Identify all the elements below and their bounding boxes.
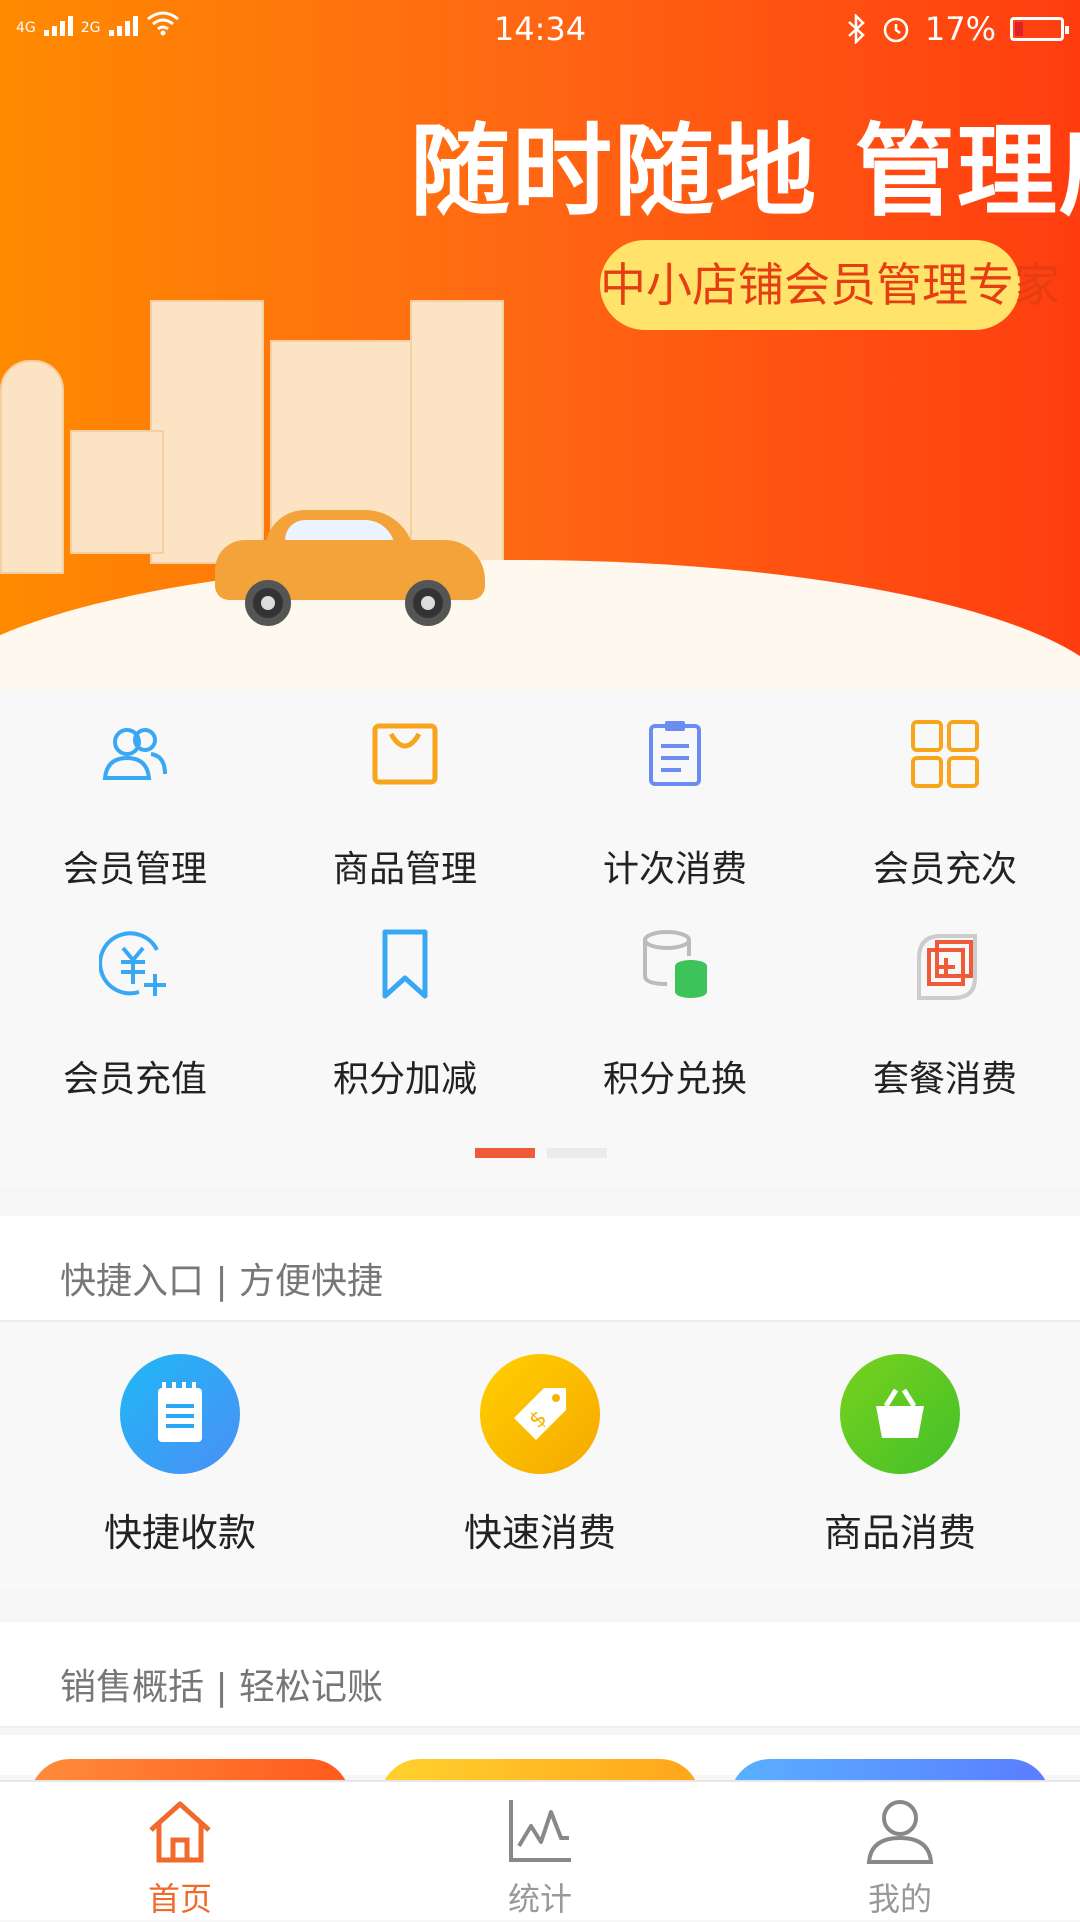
building	[70, 430, 164, 554]
menu-item-points-exchange[interactable]: 积分兑换	[540, 900, 810, 1100]
tab-label: 首页	[147, 1880, 212, 1918]
menu-item-label: 计次消费	[602, 849, 747, 890]
package-plus-icon	[917, 934, 977, 1000]
section-title: 快捷入口 | 方便快捷	[60, 1261, 384, 1302]
menu-item-label: 套餐消费	[872, 1059, 1017, 1100]
quick-item-fast-consumption[interactable]: $ 快速消费	[360, 1322, 720, 1590]
menu-item-label: 会员充值	[62, 1059, 207, 1100]
bottom-tab-bar: 首页 统计 我的	[0, 1780, 1080, 1920]
function-menu: 会员管理 商品管理 计次消费 会员充次 会员充值 积分加减 积分兑换 套餐消费	[0, 690, 1080, 1186]
menu-item-count-consumption[interactable]: 计次消费	[540, 690, 810, 890]
coins-stack-icon	[643, 930, 707, 998]
menu-item-product-management[interactable]: 商品管理	[270, 690, 540, 890]
tab-label: 我的	[867, 1880, 932, 1918]
car-illustration	[215, 510, 485, 626]
menu-item-member-management[interactable]: 会员管理	[0, 690, 270, 890]
home-icon	[149, 1801, 211, 1863]
bluetooth-icon	[848, 14, 865, 44]
menu-item-label: 商品管理	[332, 849, 477, 890]
status-bar: 4G 2G 14:34 17%	[0, 0, 1080, 56]
tab-statistics[interactable]: 统计	[360, 1782, 720, 1922]
sales-cards	[0, 1735, 1080, 1799]
chart-icon	[509, 1800, 571, 1862]
page-indicator	[475, 1148, 607, 1158]
battery-icon	[1010, 17, 1069, 41]
banner[interactable]: 随时随地 管理店铺 中小店铺会员管理专家	[0, 0, 1080, 690]
section-title: 销售概括 | 轻松记账	[60, 1667, 384, 1708]
basket-icon	[840, 1354, 960, 1474]
notepad-icon	[120, 1354, 240, 1474]
menu-item-package-consumption[interactable]: 套餐消费	[810, 900, 1080, 1100]
quick-entry: 快捷收款 $ 快速消费 商品消费	[0, 1322, 1080, 1590]
tab-home[interactable]: 首页	[0, 1782, 360, 1922]
menu-item-label: 会员充次	[872, 849, 1017, 890]
tab-label: 统计	[507, 1880, 572, 1918]
bookmark-icon	[382, 929, 428, 999]
shopping-bag-icon	[372, 723, 438, 785]
members-icon	[102, 728, 167, 780]
ground	[0, 560, 1080, 690]
battery-percent: 17%	[924, 10, 996, 48]
building	[0, 360, 64, 574]
quick-item-label: 快速消费	[463, 1511, 616, 1555]
menu-item-label: 积分兑换	[602, 1059, 747, 1100]
alarm-icon	[883, 17, 909, 43]
quick-item-label: 快捷收款	[103, 1511, 256, 1555]
price-tag-icon: $	[480, 1354, 600, 1474]
banner-subtitle: 中小店铺会员管理专家	[600, 240, 1060, 330]
menu-item-label: 积分加减	[332, 1059, 477, 1100]
menu-item-member-topup-count[interactable]: 会员充次	[810, 690, 1080, 890]
quick-entry-header: 快捷入口 | 方便快捷	[0, 1216, 1080, 1322]
clipboard-icon	[649, 721, 701, 786]
page-indicator-active	[475, 1148, 535, 1158]
quick-item-fast-checkout[interactable]: 快捷收款	[0, 1322, 360, 1590]
quick-item-product-consumption[interactable]: 商品消费	[720, 1322, 1080, 1590]
grid-icon	[911, 720, 979, 788]
sales-summary-header: 销售概括 | 轻松记账	[0, 1622, 1080, 1728]
quick-item-label: 商品消费	[823, 1511, 976, 1555]
menu-item-points-adjust[interactable]: 积分加减	[270, 900, 540, 1100]
menu-item-label: 会员管理	[62, 849, 207, 890]
banner-title: 随时随地 管理店铺	[410, 113, 1080, 230]
yuan-plus-icon	[99, 931, 166, 996]
tab-mine[interactable]: 我的	[720, 1782, 1080, 1922]
menu-item-member-recharge[interactable]: 会员充值	[0, 900, 270, 1100]
user-icon	[866, 1800, 934, 1864]
page-indicator-inactive	[547, 1148, 607, 1158]
